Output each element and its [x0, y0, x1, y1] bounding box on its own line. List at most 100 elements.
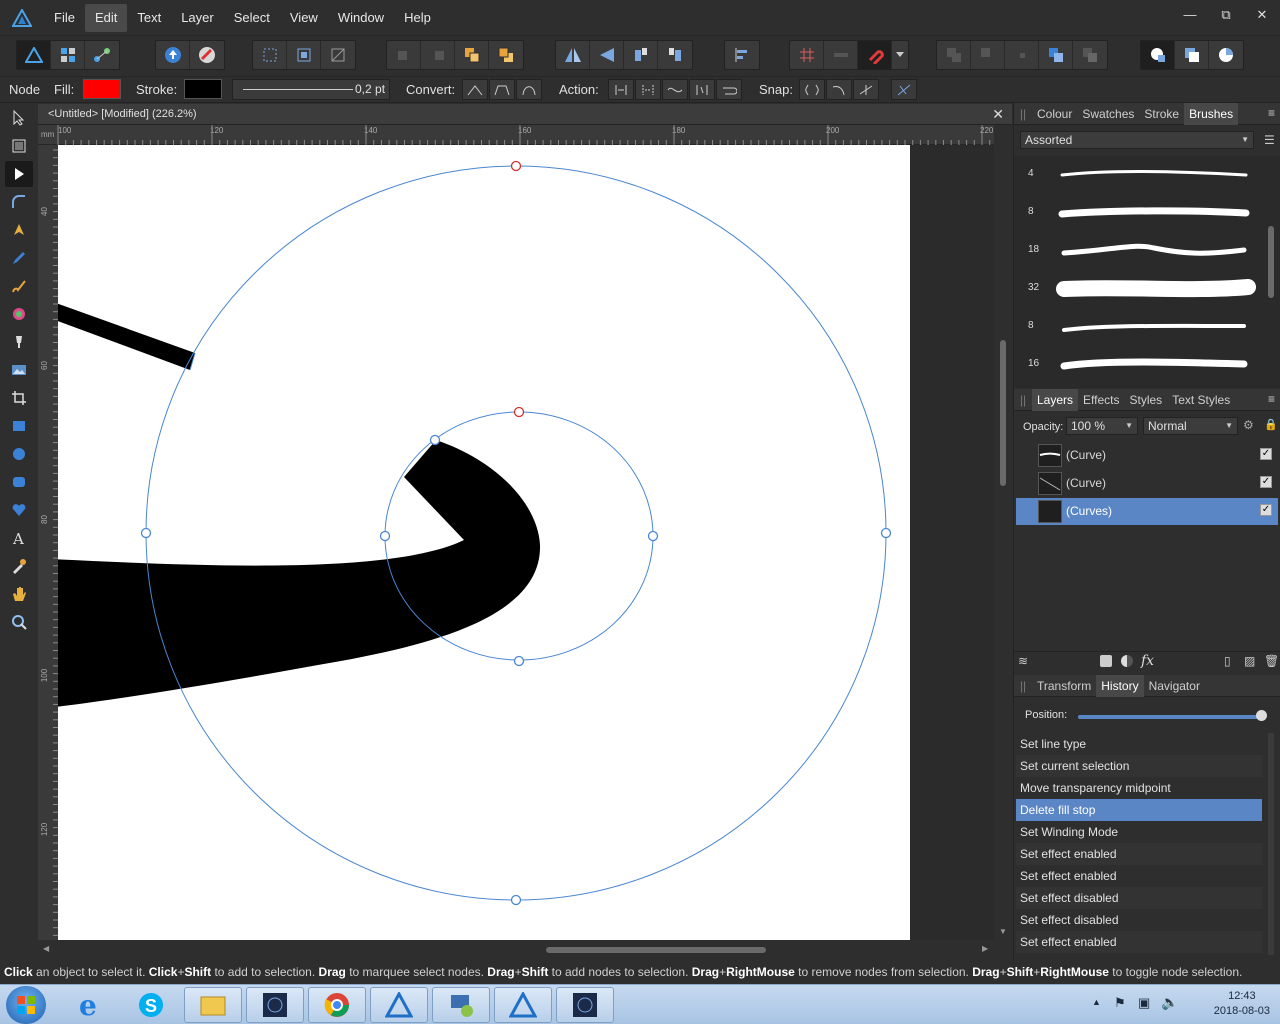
brush-list-view-icon[interactable]: ☰	[1264, 133, 1275, 147]
place-image-tool-icon[interactable]	[5, 357, 33, 383]
rotate-right-icon[interactable]	[658, 41, 692, 69]
history-item-selected[interactable]: Delete fill stop	[1016, 799, 1262, 821]
system-clock[interactable]: 12:43 2018-08-03	[1214, 989, 1270, 1019]
transparency-tool-icon[interactable]	[5, 329, 33, 355]
convert-smooth-icon[interactable]	[489, 79, 515, 100]
align-icon[interactable]	[725, 41, 759, 69]
history-item[interactable]: Set line type	[1016, 733, 1262, 755]
curve-node[interactable]	[647, 530, 659, 542]
layer-visibility-checkbox[interactable]: ✓	[1260, 504, 1272, 516]
guides-icon[interactable]	[824, 41, 858, 69]
skype-icon[interactable]: S	[122, 987, 180, 1023]
tab-brushes[interactable]: Brushes	[1184, 102, 1239, 125]
rotate-left-icon[interactable]	[624, 41, 658, 69]
snap-to-nodes-icon[interactable]	[799, 79, 825, 100]
vertical-scroll-thumb[interactable]	[1000, 340, 1006, 486]
close-window-button[interactable]: ✕	[1244, 0, 1280, 30]
brush-item[interactable]: 16	[1014, 346, 1264, 384]
curve-node[interactable]	[510, 894, 522, 906]
group-layer-icon[interactable]: ▨	[1244, 654, 1255, 668]
curve-node[interactable]	[429, 434, 441, 446]
history-item[interactable]: Move transparency midpoint	[1016, 777, 1262, 799]
flip-vertical-icon[interactable]	[590, 41, 624, 69]
rounded-rectangle-tool-icon[interactable]	[5, 469, 33, 495]
opacity-dropdown[interactable]: 100 % ▼	[1066, 417, 1138, 435]
network-app-icon[interactable]	[432, 987, 490, 1023]
panel-menu-icon[interactable]: ≡	[1268, 392, 1275, 406]
start-button[interactable]	[6, 986, 46, 1024]
layer-visibility-checkbox[interactable]: ✓	[1260, 448, 1272, 460]
node-tool-icon[interactable]	[5, 161, 33, 187]
tab-text-styles[interactable]: Text Styles	[1167, 389, 1235, 411]
action-center-flag-icon[interactable]: ⚑	[1114, 995, 1126, 1011]
convert-smart-icon[interactable]	[516, 79, 542, 100]
vector-brush-tool-icon[interactable]	[5, 273, 33, 299]
tab-swatches[interactable]: Swatches	[1077, 103, 1139, 125]
join-curves-icon[interactable]	[689, 79, 715, 100]
corner-tool-icon[interactable]	[5, 189, 33, 215]
tab-transform[interactable]: Transform	[1032, 675, 1096, 697]
menu-view[interactable]: View	[280, 4, 328, 32]
close-curve-icon[interactable]	[635, 79, 661, 100]
fill-swatch[interactable]	[83, 79, 121, 99]
history-position-slider[interactable]	[1078, 715, 1262, 719]
subtract-boolean-icon[interactable]	[971, 41, 1005, 69]
menu-select[interactable]: Select	[224, 4, 280, 32]
move-tool-icon[interactable]	[5, 105, 33, 131]
hide-selection-icon[interactable]	[321, 41, 355, 69]
tab-stroke[interactable]: Stroke	[1139, 103, 1184, 125]
blend-mode-dropdown[interactable]: Normal ▼	[1143, 417, 1238, 435]
curve-node[interactable]	[379, 530, 391, 542]
history-item[interactable]: Set effect enabled	[1016, 931, 1262, 953]
scroll-left-arrow-icon[interactable]: ◀	[43, 944, 49, 953]
panel-grip-icon[interactable]: ||	[1014, 393, 1032, 407]
curve-node[interactable]	[513, 655, 525, 667]
lock-icon[interactable]: 🔒	[1264, 418, 1278, 431]
snap-to-handles-icon[interactable]	[853, 79, 879, 100]
horizontal-scrollbar[interactable]: ◀ ▶	[38, 941, 994, 959]
file-explorer-icon[interactable]	[184, 987, 242, 1023]
heart-shape-tool-icon[interactable]	[5, 497, 33, 523]
snapping-magnet-icon[interactable]	[858, 41, 892, 69]
history-item[interactable]: Set effect disabled	[1016, 909, 1262, 931]
layer-row[interactable]: (Curve) ✓	[1016, 442, 1278, 469]
network-tray-icon[interactable]: ▣	[1138, 995, 1150, 1011]
menu-help[interactable]: Help	[394, 4, 441, 32]
forward-one-icon[interactable]	[421, 41, 455, 69]
affinity-photo-taskbar-icon-2[interactable]	[556, 987, 614, 1023]
restore-button[interactable]: ⧉	[1208, 0, 1244, 30]
grid-icon[interactable]	[790, 41, 824, 69]
xor-boolean-icon[interactable]	[1039, 41, 1073, 69]
artboard-tool-icon[interactable]	[5, 133, 33, 159]
tab-colour[interactable]: Colour	[1032, 103, 1077, 125]
snapping-bounds-icon[interactable]	[253, 41, 287, 69]
curve-node[interactable]	[880, 527, 892, 539]
export-persona-icon[interactable]	[85, 41, 119, 69]
affinity-photo-icon[interactable]	[246, 987, 304, 1023]
scroll-right-arrow-icon[interactable]: ▶	[982, 944, 988, 953]
pencil-tool-icon[interactable]	[5, 245, 33, 271]
tab-history[interactable]: History	[1096, 674, 1144, 697]
minimize-button[interactable]: —	[1172, 0, 1208, 30]
rectangle-tool-icon[interactable]	[5, 413, 33, 439]
layer-row[interactable]: (Curve) ✓	[1016, 470, 1278, 497]
history-item[interactable]: Set Winding Mode	[1016, 821, 1262, 843]
insert-top-icon[interactable]	[1209, 41, 1243, 69]
history-scrollbar[interactable]	[1268, 733, 1274, 955]
color-picker-tool-icon[interactable]	[5, 553, 33, 579]
affinity-designer-taskbar-icon-2[interactable]	[494, 987, 552, 1023]
adjustment-icon[interactable]	[1121, 655, 1133, 667]
brush-list-scroll-thumb[interactable]	[1268, 226, 1274, 298]
to-back-icon[interactable]	[455, 41, 489, 69]
menu-layer[interactable]: Layer	[171, 4, 224, 32]
stroke-width-slider[interactable]: 0,2 pt	[232, 79, 390, 100]
volume-icon[interactable]: 🔈	[1161, 994, 1178, 1011]
layer-visibility-checkbox[interactable]: ✓	[1260, 476, 1272, 488]
divide-boolean-icon[interactable]	[1073, 41, 1107, 69]
menu-window[interactable]: Window	[328, 4, 394, 32]
panel-grip-icon[interactable]: ||	[1014, 107, 1032, 121]
history-item[interactable]: Set effect enabled	[1016, 843, 1262, 865]
document-tab[interactable]: <Untitled> [Modified] (226.2%) ✕	[38, 104, 1012, 125]
ellipse-tool-icon[interactable]	[5, 441, 33, 467]
selected-node[interactable]	[513, 406, 525, 418]
